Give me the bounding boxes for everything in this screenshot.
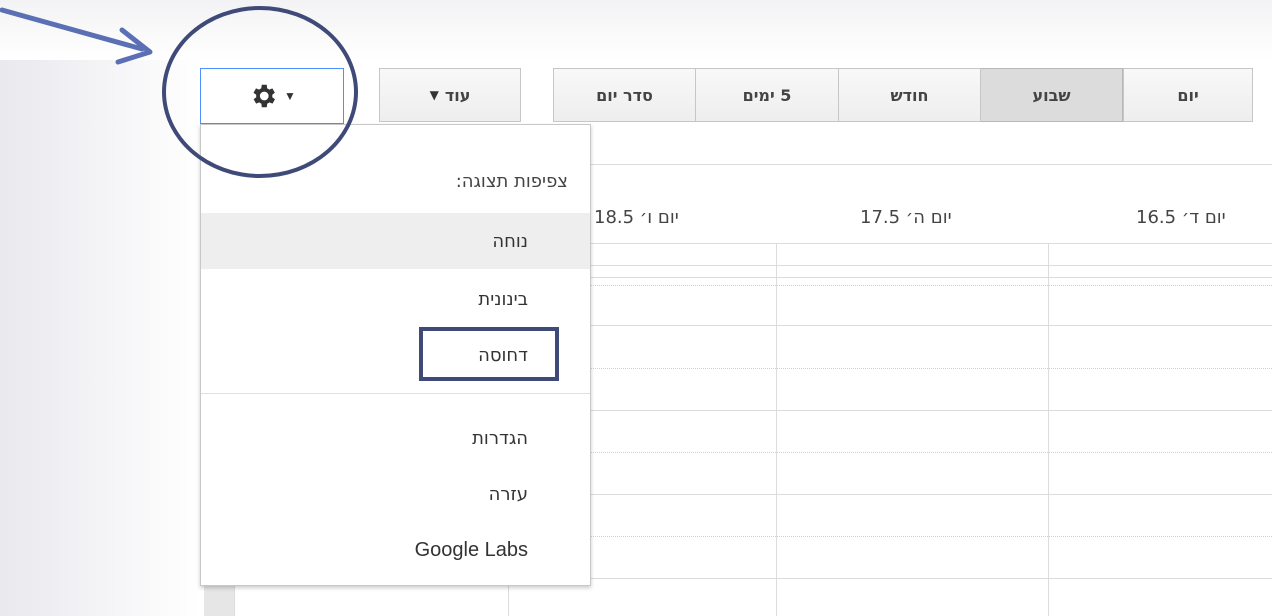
grid-top-line <box>590 164 1272 165</box>
annotation-arrow-icon <box>0 7 153 65</box>
chevron-down-icon: ▼ <box>429 88 439 102</box>
day-header-thu[interactable]: יום ה׳ 17.5 <box>860 207 952 228</box>
time-gutter <box>204 586 234 616</box>
menu-item-comfortable[interactable]: נוחה <box>201 213 590 269</box>
grid-line <box>590 452 1272 453</box>
tab-month-label: חודש <box>890 85 929 105</box>
tab-day[interactable]: יום <box>1123 68 1253 122</box>
day-column-divider <box>776 243 777 616</box>
more-button[interactable]: עוד ▼ <box>379 68 521 122</box>
grid-line <box>508 586 509 616</box>
tab-5-days-label: 5 ימים <box>742 85 792 105</box>
menu-item-google-labs[interactable]: Google Labs <box>201 522 590 578</box>
grid-line <box>590 578 1272 579</box>
menu-item-settings[interactable]: הגדרות <box>201 410 590 466</box>
grid-line <box>590 265 1272 266</box>
grid-line <box>590 494 1272 495</box>
tab-week[interactable]: שבוע <box>980 68 1123 122</box>
annotation-circle <box>162 6 358 178</box>
grid-line <box>590 536 1272 537</box>
tab-month[interactable]: חודש <box>838 68 981 122</box>
tab-5-days[interactable]: 5 ימים <box>695 68 839 122</box>
tab-day-label: יום <box>1177 85 1199 105</box>
tab-week-label: שבוע <box>1032 85 1071 105</box>
day-header-wed[interactable]: יום ד׳ 16.5 <box>1136 207 1226 228</box>
grid-line <box>234 586 235 616</box>
grid-line <box>590 243 1272 244</box>
more-label: עוד <box>444 85 471 105</box>
menu-separator <box>201 393 590 394</box>
day-header-fri[interactable]: יום ו׳ 18.5 <box>594 207 679 228</box>
menu-item-cozy[interactable]: בינונית <box>201 271 590 327</box>
grid-line <box>590 410 1272 411</box>
grid-line <box>590 277 1272 278</box>
menu-item-help[interactable]: עזרה <box>201 466 590 522</box>
grid-line <box>590 285 1272 286</box>
day-column-divider <box>1048 243 1049 616</box>
tab-agenda[interactable]: סדר יום <box>553 68 696 122</box>
tab-agenda-label: סדר יום <box>596 85 653 105</box>
grid-line <box>590 368 1272 369</box>
grid-line <box>590 325 1272 326</box>
annotation-highlight-box <box>419 327 559 381</box>
